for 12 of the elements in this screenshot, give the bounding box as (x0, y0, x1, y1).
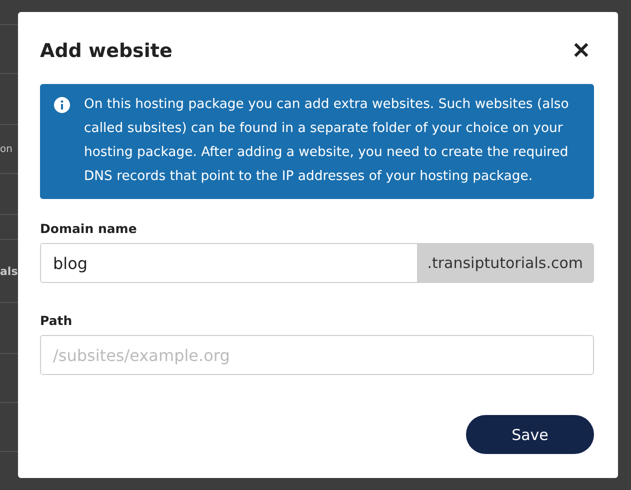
field-label: Path (40, 313, 74, 328)
domain-input-box[interactable]: blog .transiptutorials.com (40, 243, 594, 283)
save-button[interactable]: Save (466, 415, 594, 454)
dialog-title: Add website (40, 40, 172, 62)
info-text: On this hosting package you can add extra websites. Such websites (also called subsites) can be found in a separate folder of your choice on your hosting package. After adding a website, you need to create the required DNS records that point to the IP addresses of your hosting package. (84, 96, 570, 186)
background-heading: als (0, 264, 18, 278)
path-field[interactable]: /subsites/example.org (41, 336, 593, 374)
field-label: Domain name (40, 221, 138, 236)
close-button[interactable]: ✕ (568, 40, 594, 62)
background-text: on (0, 144, 12, 154)
domain-suffix: .transiptutorials.com (417, 244, 593, 282)
info-icon (54, 97, 70, 113)
